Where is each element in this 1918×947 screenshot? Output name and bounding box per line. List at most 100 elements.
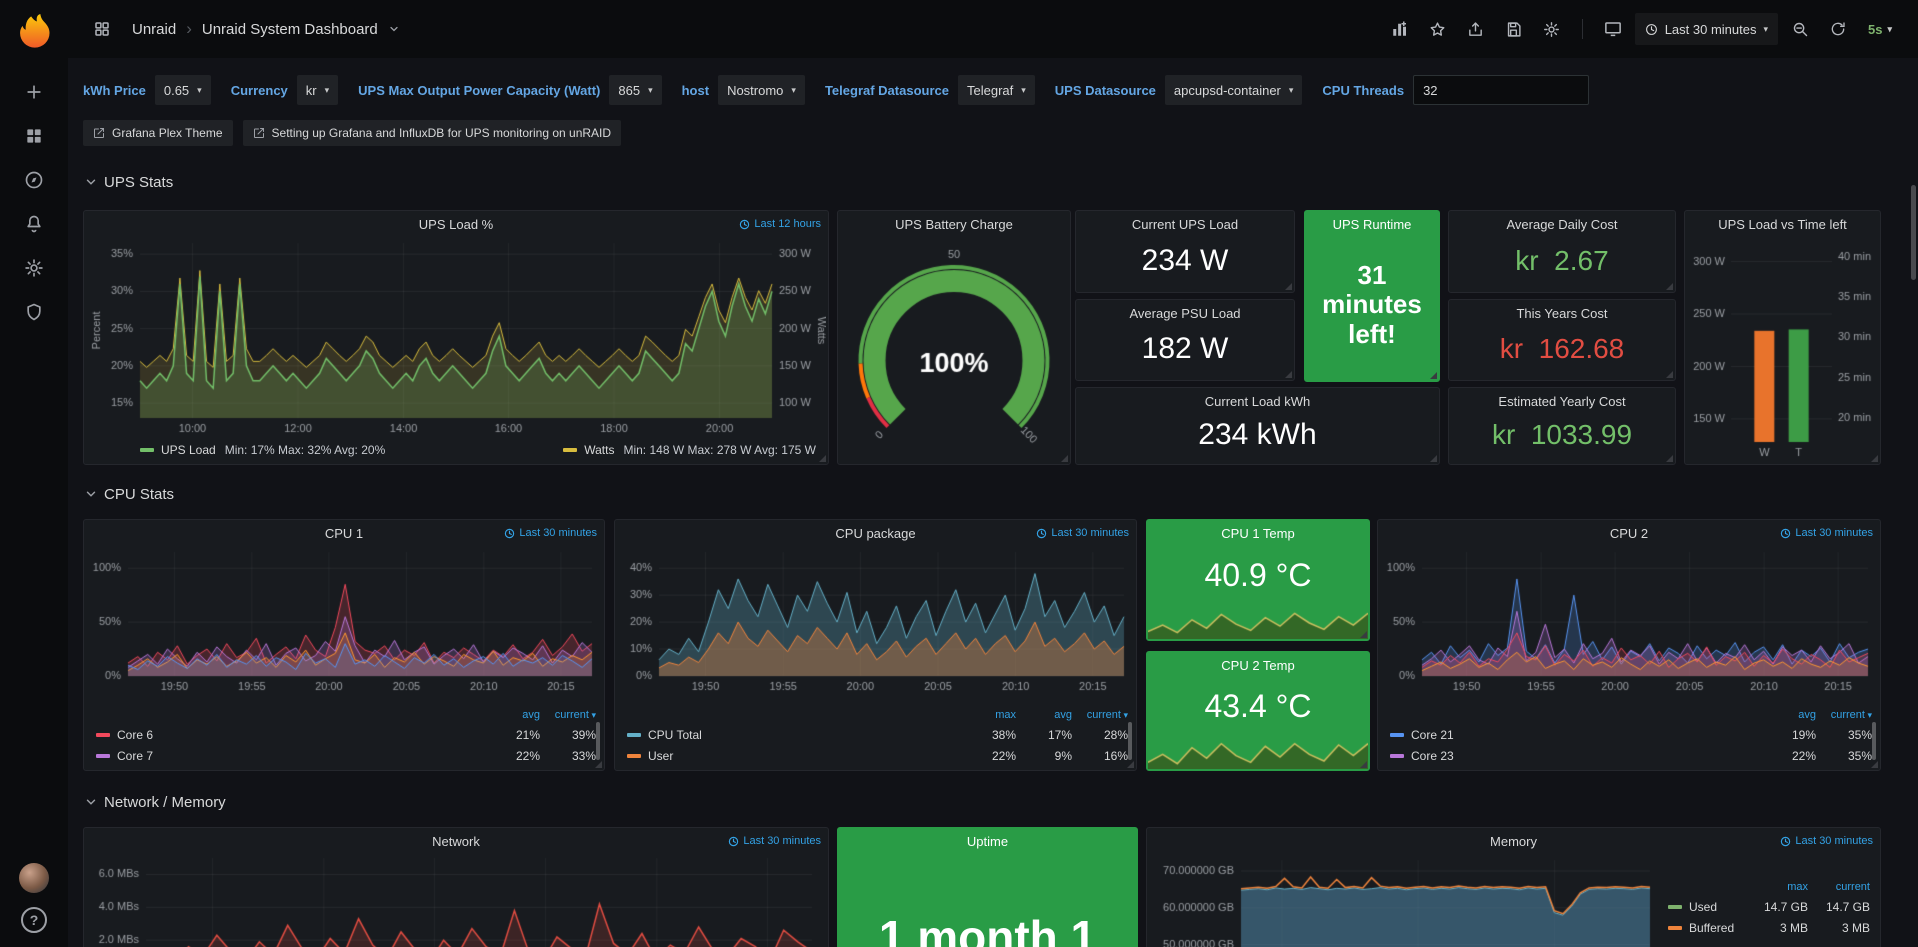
panel-resize-handle[interactable] — [1360, 761, 1367, 768]
sidebar-item-alerting[interactable] — [12, 202, 56, 246]
legend-sort-current[interactable]: current ▾ — [1072, 709, 1128, 721]
legend-sort-current[interactable]: current ▾ — [1816, 709, 1872, 721]
panel-time-badge[interactable]: Last 30 minutes — [1036, 527, 1129, 539]
cpu-threads-input[interactable]: 32 — [1413, 75, 1589, 105]
legend-sort-current[interactable]: current ▾ — [540, 709, 596, 721]
dashboard-link-plex-theme[interactable]: Grafana Plex Theme — [83, 120, 233, 146]
zoom-out-icon[interactable] — [1784, 13, 1816, 45]
share-icon[interactable] — [1460, 13, 1492, 45]
ups-load-vs-time-chart[interactable] — [1687, 235, 1878, 462]
memory-chart[interactable] — [1149, 854, 1658, 947]
legend-sort-avg[interactable]: avg — [1016, 709, 1072, 721]
legend-row-core6[interactable]: Core 6 21% 39% — [96, 724, 596, 745]
legend-row-cpu-total[interactable]: CPU Total 38% 17% 28% — [627, 724, 1128, 745]
legend-row-core21[interactable]: Core 21 19% 35% — [1390, 724, 1872, 745]
legend-item-watts[interactable]: Watts Min: 148 W Max: 278 W Avg: 175 W — [563, 443, 816, 457]
panel-time-badge[interactable]: Last 12 hours — [739, 218, 821, 230]
legend-scrollbar[interactable] — [596, 722, 600, 760]
legend-scrollbar[interactable] — [1872, 722, 1876, 760]
sidebar-item-server-admin[interactable] — [12, 290, 56, 334]
refresh-icon[interactable] — [1822, 13, 1854, 45]
apps-icon[interactable] — [86, 13, 118, 45]
sidebar-item-explore[interactable] — [12, 158, 56, 202]
legend-row-core7[interactable]: Core 7 22% 33% — [96, 745, 596, 766]
panel-title-estimated-yearly-cost[interactable]: Estimated Yearly Cost — [1449, 388, 1675, 414]
panel-title-current-ups-load[interactable]: Current UPS Load — [1076, 211, 1294, 237]
panel-title-ups-load[interactable]: UPS Load % — [84, 211, 828, 237]
panel-title-current-load-kwh[interactable]: Current Load kWh — [1076, 388, 1439, 414]
grafana-logo-icon[interactable] — [15, 10, 53, 48]
dashboard-settings-gear-icon[interactable] — [1536, 13, 1568, 45]
variable-host[interactable]: host Nostromo▾ — [682, 75, 805, 105]
panel-resize-handle[interactable] — [1430, 455, 1437, 462]
panel-title-ups-load-vs-time[interactable]: UPS Load vs Time left — [1685, 211, 1880, 237]
ups-battery-gauge[interactable] — [840, 235, 1068, 462]
legend-row-buffered[interactable]: Buffered 3 MB 3 MB — [1668, 917, 1870, 938]
panel-title-network[interactable]: Network — [84, 828, 828, 854]
panel-resize-handle[interactable] — [1666, 283, 1673, 290]
panel-time-badge[interactable]: Last 30 minutes — [1780, 835, 1873, 847]
panel-resize-handle[interactable] — [1871, 761, 1878, 768]
panel-resize-handle[interactable] — [819, 455, 826, 462]
panel-resize-handle[interactable] — [595, 761, 602, 768]
cpu1-chart[interactable] — [88, 546, 600, 694]
panel-resize-handle[interactable] — [1061, 455, 1068, 462]
add-panel-icon[interactable] — [1384, 13, 1416, 45]
panel-title-this-years-cost[interactable]: This Years Cost — [1449, 300, 1675, 326]
legend-sort-max[interactable]: max — [960, 709, 1016, 721]
legend-sort-avg[interactable]: avg — [1760, 709, 1816, 721]
legend-sort-max[interactable]: max — [1746, 881, 1808, 893]
panel-time-badge[interactable]: Last 30 minutes — [1780, 527, 1873, 539]
panel-resize-handle[interactable] — [1430, 372, 1437, 379]
help-icon[interactable]: ? — [21, 907, 47, 933]
cycle-view-monitor-icon[interactable] — [1597, 13, 1629, 45]
variable-telegraf-datasource[interactable]: Telegraf Datasource Telegraf▾ — [825, 75, 1035, 105]
panel-title-cpu1-temp[interactable]: CPU 1 Temp — [1147, 520, 1369, 546]
legend-row-user[interactable]: User 22% 9% 16% — [627, 745, 1128, 766]
page-title[interactable]: Unraid System Dashboard — [202, 21, 378, 38]
panel-title-average-daily-cost[interactable]: Average Daily Cost — [1449, 211, 1675, 237]
cpu-package-chart[interactable] — [619, 546, 1132, 694]
variable-ups-datasource[interactable]: UPS Datasource apcupsd-container▾ — [1055, 75, 1303, 105]
panel-title-ups-runtime[interactable]: UPS Runtime — [1305, 211, 1439, 237]
panel-title-average-psu-load[interactable]: Average PSU Load — [1076, 300, 1294, 326]
panel-resize-handle[interactable] — [1360, 631, 1367, 638]
dashboard-link-ups-monitoring-guide[interactable]: Setting up Grafana and InfluxDB for UPS … — [243, 120, 622, 146]
legend-item-ups-load[interactable]: UPS Load Min: 17% Max: 32% Avg: 20% — [140, 443, 385, 457]
user-avatar[interactable] — [19, 863, 49, 893]
panel-time-badge[interactable]: Last 30 minutes — [728, 835, 821, 847]
row-header-network-memory[interactable]: Network / Memory — [76, 790, 234, 814]
panel-title-memory[interactable]: Memory — [1147, 828, 1880, 854]
page-scrollbar[interactable] — [1911, 185, 1916, 280]
time-range-picker[interactable]: Last 30 minutes ▾ — [1635, 13, 1778, 45]
refresh-interval-picker[interactable]: 5s ▾ — [1860, 13, 1900, 45]
variable-kwh-price[interactable]: kWh Price 0.65▾ — [83, 75, 211, 105]
star-icon[interactable] — [1422, 13, 1454, 45]
panel-resize-handle[interactable] — [1127, 761, 1134, 768]
panel-resize-handle[interactable] — [1871, 455, 1878, 462]
panel-resize-handle[interactable] — [1285, 283, 1292, 290]
row-header-ups-stats[interactable]: UPS Stats — [76, 170, 181, 194]
legend-scrollbar[interactable] — [1128, 722, 1132, 760]
breadcrumb-folder[interactable]: Unraid — [132, 21, 176, 38]
sidebar-item-dashboards[interactable] — [12, 114, 56, 158]
panel-time-badge[interactable]: Last 30 minutes — [504, 527, 597, 539]
panel-title-ups-battery[interactable]: UPS Battery Charge — [838, 211, 1070, 237]
legend-row-used[interactable]: Used 14.7 GB 14.7 GB — [1668, 896, 1870, 917]
variable-ups-max-output[interactable]: UPS Max Output Power Capacity (Watt) 865… — [358, 75, 661, 105]
panel-title-cpu2-temp[interactable]: CPU 2 Temp — [1147, 652, 1369, 678]
sidebar-item-create[interactable] — [12, 70, 56, 114]
variable-currency[interactable]: Currency kr▾ — [231, 75, 338, 105]
legend-sort-avg[interactable]: avg — [484, 709, 540, 721]
ups-load-chart[interactable] — [86, 237, 826, 436]
panel-resize-handle[interactable] — [1666, 455, 1673, 462]
cpu2-chart[interactable] — [1382, 546, 1876, 694]
sidebar-item-configuration[interactable] — [12, 246, 56, 290]
network-chart[interactable] — [88, 854, 824, 947]
legend-row-core23[interactable]: Core 23 22% 35% — [1390, 745, 1872, 766]
legend-sort-current[interactable]: current — [1808, 881, 1870, 893]
panel-resize-handle[interactable] — [1666, 371, 1673, 378]
save-icon[interactable] — [1498, 13, 1530, 45]
chevron-down-icon[interactable] — [388, 23, 400, 35]
panel-resize-handle[interactable] — [1285, 371, 1292, 378]
